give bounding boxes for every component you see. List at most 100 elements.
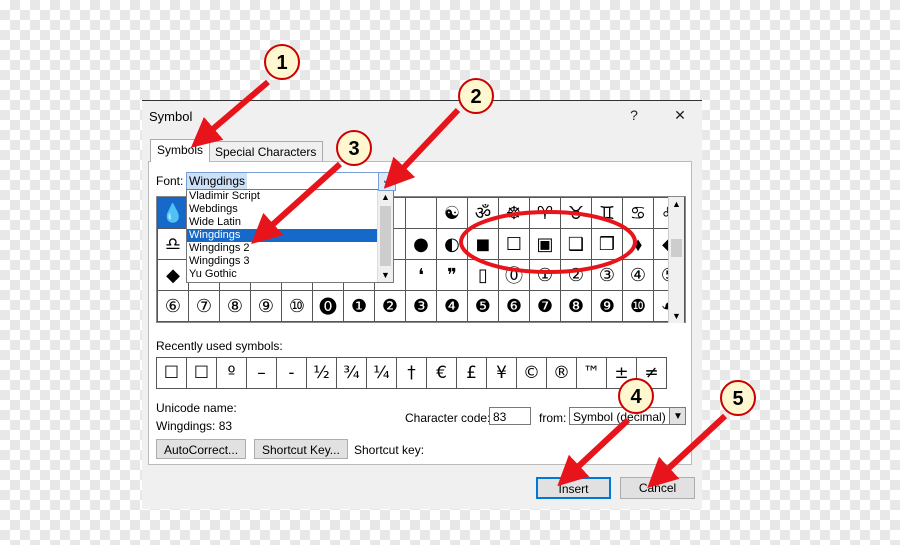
callout-2: 2 bbox=[458, 78, 494, 114]
recent-symbol-cell[interactable]: £ bbox=[457, 358, 486, 388]
character-code-input[interactable]: 83 bbox=[489, 407, 531, 425]
symbol-cell[interactable]: ③ bbox=[592, 260, 622, 290]
symbol-cell[interactable]: ◼ bbox=[468, 229, 498, 259]
callout-3: 3 bbox=[336, 130, 372, 166]
symbol-cell[interactable]: ④ bbox=[623, 260, 653, 290]
symbol-cell[interactable]: ❾ bbox=[592, 291, 622, 321]
symbol-cell[interactable]: ♋ bbox=[623, 198, 653, 228]
symbol-cell[interactable]: ♎ bbox=[158, 229, 188, 259]
symbol-cell[interactable]: ❹ bbox=[437, 291, 467, 321]
symbol-cell[interactable]: ⑩ bbox=[282, 291, 312, 321]
grid-scrollbar[interactable]: ▲ ▼ bbox=[668, 197, 684, 323]
recent-symbol-cell[interactable]: – bbox=[247, 358, 276, 388]
symbol-cell[interactable]: ❿ bbox=[623, 291, 653, 321]
symbol-cell[interactable]: ☯ bbox=[437, 198, 467, 228]
symbol-cell[interactable]: ❺ bbox=[468, 291, 498, 321]
character-code-label: Character code: bbox=[405, 411, 491, 425]
recent-symbol-cell[interactable]: ½ bbox=[307, 358, 336, 388]
symbol-cell[interactable]: ⑥ bbox=[158, 291, 188, 321]
unicode-name-value: Wingdings: 83 bbox=[156, 419, 233, 433]
font-option[interactable]: Webdings bbox=[187, 203, 379, 216]
recent-symbol-cell[interactable]: ¼ bbox=[367, 358, 396, 388]
symbol-cell[interactable]: ● bbox=[406, 229, 436, 259]
symbol-cell[interactable]: ⓪ bbox=[499, 260, 529, 290]
symbol-cell[interactable]: ⑧ bbox=[220, 291, 250, 321]
symbol-cell[interactable]: 💧 bbox=[158, 198, 188, 228]
recent-symbol-cell[interactable]: º bbox=[217, 358, 246, 388]
font-option[interactable]: Wide Latin bbox=[187, 216, 379, 229]
symbol-cell[interactable]: ❼ bbox=[530, 291, 560, 321]
scroll-down-icon[interactable]: ▼ bbox=[381, 270, 390, 280]
symbol-cell[interactable]: ❞ bbox=[437, 260, 467, 290]
recent-symbol-cell[interactable]: † bbox=[397, 358, 426, 388]
insert-button[interactable]: Insert bbox=[536, 477, 611, 499]
font-option[interactable]: Vladimir Script bbox=[187, 190, 379, 203]
help-button[interactable]: ? bbox=[624, 107, 644, 123]
font-option[interactable]: Wingdings bbox=[187, 229, 379, 242]
recent-symbol-cell[interactable]: ¥ bbox=[487, 358, 516, 388]
close-icon[interactable]: ✕ bbox=[670, 107, 690, 124]
recent-symbols[interactable]: ☐ ☐ º – - ½ ¾ ¼ † € £ ¥ © ® ™ ± ≠ bbox=[156, 357, 667, 389]
tab-special-characters[interactable]: Special Characters bbox=[208, 141, 324, 162]
symbol-cell[interactable]: ▯ bbox=[468, 260, 498, 290]
font-option[interactable]: Wingdings 2 bbox=[187, 242, 379, 255]
symbol-cell[interactable]: ❒ bbox=[592, 229, 622, 259]
chevron-down-icon[interactable]: ✓ bbox=[378, 172, 396, 191]
scroll-down-icon[interactable]: ▼ bbox=[672, 311, 681, 321]
symbol-cell[interactable]: ② bbox=[561, 260, 591, 290]
scroll-up-icon[interactable]: ▲ bbox=[672, 199, 681, 209]
font-label: Font: bbox=[156, 174, 184, 188]
autocorrect-button[interactable]: AutoCorrect... bbox=[156, 439, 247, 459]
unicode-name-label: Unicode name: bbox=[156, 401, 237, 415]
symbol-cell[interactable]: ॐ bbox=[468, 198, 498, 228]
symbol-cell[interactable]: ❶ bbox=[344, 291, 374, 321]
recent-symbol-cell[interactable]: ¾ bbox=[337, 358, 366, 388]
chevron-down-icon[interactable]: ▼ bbox=[669, 407, 686, 425]
from-select[interactable]: Symbol (decimal) bbox=[569, 407, 671, 425]
shortcut-key-label: Shortcut key: bbox=[354, 443, 425, 457]
recent-symbol-cell[interactable]: ☐ bbox=[187, 358, 216, 388]
scroll-thumb[interactable] bbox=[380, 206, 391, 266]
symbol-cell[interactable]: ❛ bbox=[406, 260, 436, 290]
recent-symbol-cell[interactable]: ☐ bbox=[157, 358, 186, 388]
symbol-cell[interactable]: ⬧ bbox=[623, 229, 653, 259]
symbol-cell[interactable] bbox=[406, 198, 436, 228]
recent-symbol-cell[interactable]: ® bbox=[547, 358, 576, 388]
font-option[interactable]: Wingdings 3 bbox=[187, 255, 379, 268]
font-dropdown-list: Vladimir Script Webdings Wide Latin Wingdin… bbox=[186, 189, 394, 283]
symbol-cell[interactable]: ♊ bbox=[592, 198, 622, 228]
scroll-thumb[interactable] bbox=[671, 239, 682, 257]
font-option[interactable]: Yu Gothic bbox=[187, 268, 379, 281]
scroll-up-icon[interactable]: ▲ bbox=[381, 192, 390, 202]
callout-4: 4 bbox=[618, 378, 654, 414]
dialog-title: Symbol bbox=[149, 109, 193, 124]
recent-symbol-cell[interactable]: © bbox=[517, 358, 546, 388]
callout-5: 5 bbox=[720, 380, 756, 416]
symbol-cell[interactable]: ❑ bbox=[561, 229, 591, 259]
recent-symbol-cell[interactable]: € bbox=[427, 358, 456, 388]
symbol-cell[interactable]: ☐ bbox=[499, 229, 529, 259]
symbol-cell[interactable]: ▣ bbox=[530, 229, 560, 259]
symbol-cell[interactable]: ☸ bbox=[499, 198, 529, 228]
symbol-cell[interactable]: ⑨ bbox=[251, 291, 281, 321]
symbol-cell[interactable]: ① bbox=[530, 260, 560, 290]
recent-symbol-cell[interactable]: - bbox=[277, 358, 306, 388]
symbol-cell[interactable]: ⓿ bbox=[313, 291, 343, 321]
symbol-cell[interactable]: ❽ bbox=[561, 291, 591, 321]
dropdown-scrollbar[interactable]: ▲ ▼ bbox=[377, 190, 393, 282]
symbol-cell[interactable]: ◆ bbox=[158, 260, 188, 290]
symbol-cell[interactable]: ♈ bbox=[530, 198, 560, 228]
symbol-cell[interactable]: ❸ bbox=[406, 291, 436, 321]
font-value: Wingdings bbox=[187, 173, 248, 190]
recent-label: Recently used symbols: bbox=[156, 339, 283, 353]
from-label: from: bbox=[539, 411, 567, 425]
shortcut-key-button[interactable]: Shortcut Key... bbox=[254, 439, 348, 459]
symbol-cell[interactable]: ♉ bbox=[561, 198, 591, 228]
symbol-cell[interactable]: ❻ bbox=[499, 291, 529, 321]
recent-symbol-cell[interactable]: ™ bbox=[577, 358, 606, 388]
tab-symbols[interactable]: Symbols bbox=[150, 139, 211, 162]
symbol-cell[interactable]: ⑦ bbox=[189, 291, 219, 321]
symbol-cell[interactable]: ❷ bbox=[375, 291, 405, 321]
cancel-button[interactable]: Cancel bbox=[620, 477, 695, 499]
symbol-cell[interactable]: ◐ bbox=[437, 229, 467, 259]
